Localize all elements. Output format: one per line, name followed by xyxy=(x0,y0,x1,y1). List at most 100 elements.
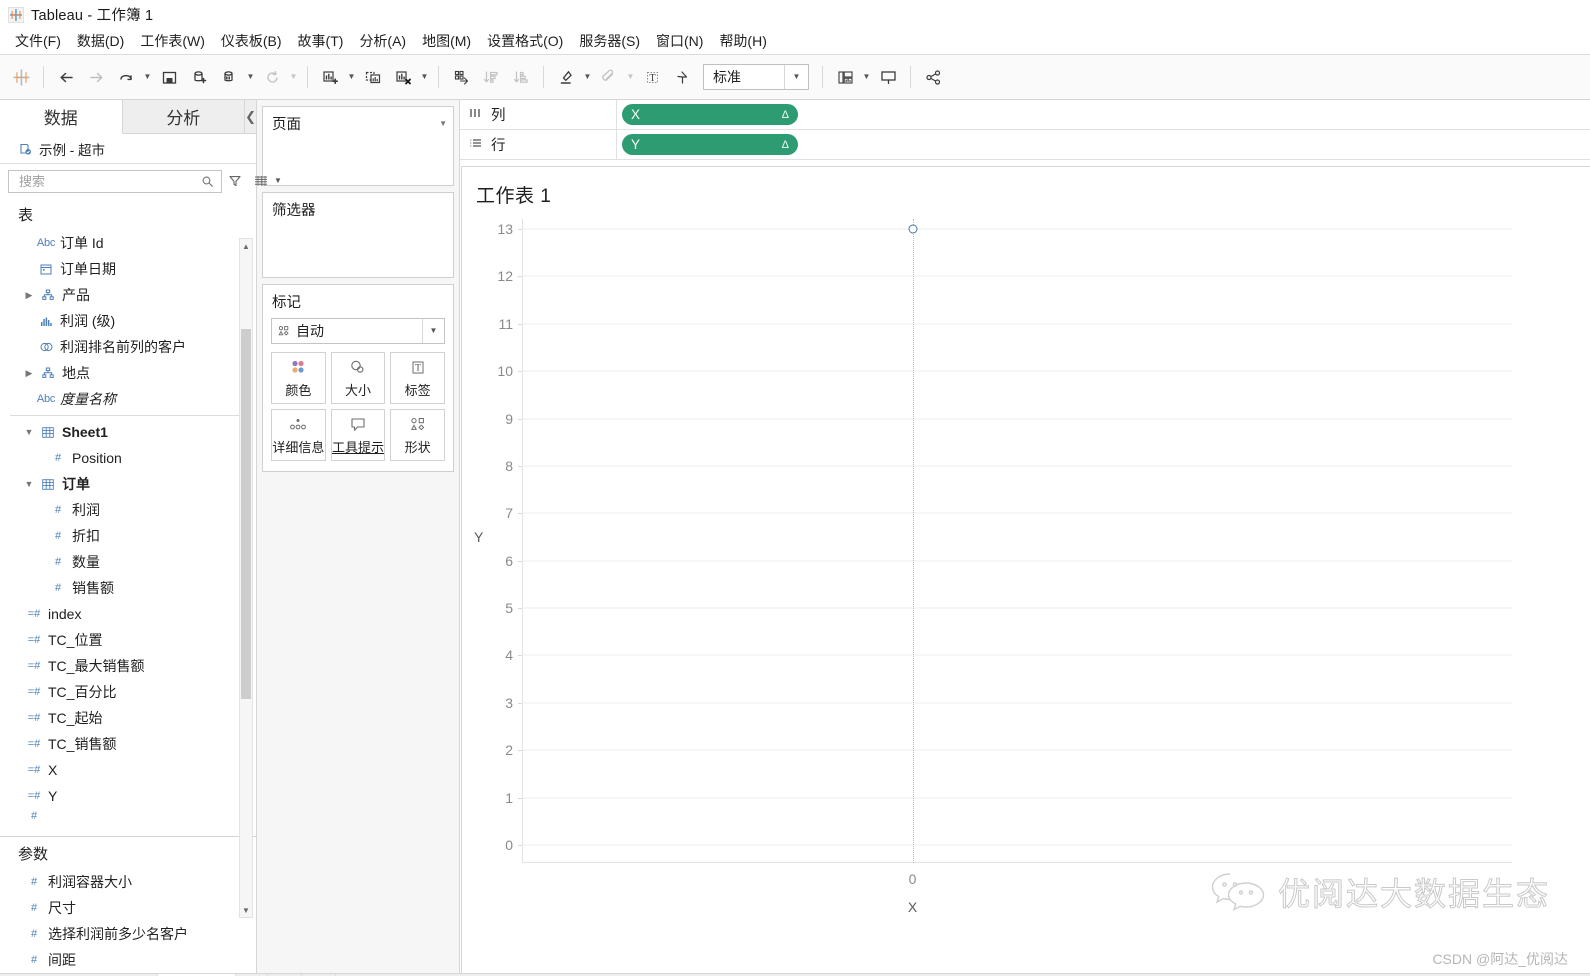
clear-sheet-icon[interactable] xyxy=(388,62,418,92)
field-group-orders[interactable]: ▼ 订单 xyxy=(0,471,256,497)
save-icon[interactable] xyxy=(154,62,184,92)
swap-rows-columns-icon[interactable] xyxy=(446,62,476,92)
undo-redo-caret-icon[interactable]: ▼ xyxy=(141,62,154,92)
menu-worksheet[interactable]: 工作表(W) xyxy=(132,29,213,54)
new-data-source-icon[interactable] xyxy=(184,62,214,92)
share-icon[interactable] xyxy=(918,62,948,92)
field-item-y[interactable]: =# Y xyxy=(0,783,256,809)
parameter-item[interactable]: # 间距 xyxy=(0,947,256,973)
left-pane-scrollbar[interactable]: ▲ ▼ xyxy=(239,238,253,918)
chevron-left-icon[interactable]: ❮ xyxy=(245,100,256,133)
tableau-home-icon[interactable] xyxy=(6,62,36,92)
menu-dashboard[interactable]: 仪表板(B) xyxy=(213,29,290,54)
scrollbar-thumb[interactable] xyxy=(241,329,251,699)
highlight-icon[interactable] xyxy=(551,62,581,92)
new-worksheet-icon[interactable] xyxy=(315,62,345,92)
columns-shelf-drop-area[interactable]: X Δ xyxy=(617,100,1590,129)
duplicate-sheet-icon[interactable] xyxy=(358,62,388,92)
field-item[interactable]: =# TC_百分比 xyxy=(0,679,256,705)
marks-size-button[interactable]: 大小 xyxy=(330,352,386,404)
field-item[interactable]: =# TC_最大销售额 xyxy=(0,653,256,679)
data-source-item[interactable]: 示例 - 超市 xyxy=(0,134,256,164)
columns-shelf[interactable]: 列 X Δ xyxy=(460,100,1590,130)
grid-view-icon[interactable] xyxy=(254,170,268,192)
chevron-right-icon[interactable]: ▶ xyxy=(22,368,36,379)
marks-detail-button[interactable]: 详细信息 xyxy=(271,409,326,461)
chevron-right-icon[interactable]: ▶ xyxy=(22,290,36,301)
chevron-up-icon[interactable]: ▲ xyxy=(240,239,252,253)
refresh-caret-icon[interactable]: ▼ xyxy=(287,62,300,92)
clear-sheet-caret-icon[interactable]: ▼ xyxy=(418,62,431,92)
parameter-item[interactable]: # 利润容器大小 xyxy=(0,869,256,895)
marks-color-button[interactable]: 颜色 xyxy=(271,352,326,404)
marks-type-dropdown[interactable]: 自动 ▼ xyxy=(271,318,445,344)
fix-axes-icon[interactable] xyxy=(667,62,697,92)
field-item[interactable]: # 利润 xyxy=(0,497,256,523)
field-item[interactable]: 利润 (级) xyxy=(0,308,256,334)
search-input[interactable] xyxy=(17,172,197,190)
field-item-x[interactable]: =# X xyxy=(0,757,256,783)
field-item[interactable]: =# TC_销售额 xyxy=(0,731,256,757)
refresh-icon[interactable] xyxy=(257,62,287,92)
menu-server[interactable]: 服务器(S) xyxy=(571,29,648,54)
parameter-item[interactable]: # 选择利润前多少名客户 xyxy=(0,921,256,947)
undo-redo-icon[interactable] xyxy=(111,62,141,92)
parameter-item[interactable]: # 尺寸 xyxy=(0,895,256,921)
menu-window[interactable]: 窗口(N) xyxy=(648,29,711,54)
forward-arrow-icon[interactable] xyxy=(81,62,111,92)
pause-refresh-caret-icon[interactable]: ▼ xyxy=(244,62,257,92)
field-item[interactable]: Abc 度量名称 xyxy=(0,386,256,412)
marks-tooltip-button[interactable]: 工具提示 xyxy=(330,409,386,461)
field-item[interactable]: =# index xyxy=(0,601,256,627)
data-point[interactable] xyxy=(908,224,917,234)
field-item[interactable]: 利润排名前列的客户 xyxy=(0,334,256,360)
menu-help[interactable]: 帮助(H) xyxy=(711,29,774,54)
group-caret-icon[interactable]: ▼ xyxy=(624,62,637,92)
scatter-chart[interactable]: Y 13 12 11 10 9 8 7 6 5 4 3 2 1 0 0 X xyxy=(462,219,1590,973)
group-members-icon[interactable] xyxy=(594,62,624,92)
show-me-icon[interactable] xyxy=(830,62,860,92)
pages-card[interactable]: 页面 ▼ xyxy=(262,106,454,186)
rows-shelf[interactable]: 行 Y Δ xyxy=(460,130,1590,160)
field-item[interactable]: Abc 订单 Id xyxy=(0,230,256,256)
sort-ascending-icon[interactable] xyxy=(476,62,506,92)
marks-label-button[interactable]: T 标签 xyxy=(390,352,445,404)
field-item[interactable]: # Position xyxy=(0,445,256,471)
filter-icon[interactable] xyxy=(228,170,242,192)
menu-story[interactable]: 故事(T) xyxy=(290,29,352,54)
pill-x[interactable]: X Δ xyxy=(622,104,798,125)
menu-data[interactable]: 数据(D) xyxy=(69,29,132,54)
chevron-down-icon[interactable]: ▼ xyxy=(439,119,447,128)
tab-data[interactable]: 数据 xyxy=(0,100,123,134)
highlight-caret-icon[interactable]: ▼ xyxy=(581,62,594,92)
chevron-down-icon[interactable]: ▼ xyxy=(422,319,444,343)
chevron-down-icon[interactable]: ▼ xyxy=(22,479,36,489)
fit-dropdown[interactable]: 标准 ▼ xyxy=(703,64,809,90)
show-mark-labels-icon[interactable]: T xyxy=(637,62,667,92)
marks-shape-button[interactable]: 形状 xyxy=(390,409,445,461)
chevron-down-icon[interactable]: ▼ xyxy=(274,170,282,192)
tab-analytics[interactable]: 分析 xyxy=(122,100,246,133)
menu-analysis[interactable]: 分析(A) xyxy=(351,29,414,54)
chevron-down-icon[interactable]: ▼ xyxy=(22,427,36,437)
back-arrow-icon[interactable] xyxy=(51,62,81,92)
menu-map[interactable]: 地图(M) xyxy=(414,29,479,54)
sort-descending-icon[interactable] xyxy=(506,62,536,92)
menu-file[interactable]: 文件(F) xyxy=(7,29,69,54)
field-item-hierarchy[interactable]: ▶ 产品 xyxy=(0,282,256,308)
pause-refresh-icon[interactable] xyxy=(214,62,244,92)
menu-format[interactable]: 设置格式(O) xyxy=(479,29,571,54)
field-item[interactable]: # 销售额 xyxy=(0,575,256,601)
field-item[interactable]: =# TC_起始 xyxy=(0,705,256,731)
plot-area[interactable]: Y 13 12 11 10 9 8 7 6 5 4 3 2 1 0 0 X xyxy=(474,219,1512,915)
worksheet-view[interactable]: 工作表 1 Y 13 12 11 10 9 8 7 6 5 4 3 2 1 0 0 X xyxy=(461,166,1590,973)
new-worksheet-caret-icon[interactable]: ▼ xyxy=(345,62,358,92)
chevron-down-icon[interactable]: ▼ xyxy=(240,903,252,917)
field-item[interactable]: # 数量 xyxy=(0,549,256,575)
field-item-partial[interactable]: # xyxy=(0,809,256,823)
field-group-sheet1[interactable]: ▼ Sheet1 xyxy=(0,419,256,445)
field-item[interactable]: # 折扣 xyxy=(0,523,256,549)
presentation-mode-icon[interactable] xyxy=(873,62,903,92)
pill-y[interactable]: Y Δ xyxy=(622,134,798,155)
search-input-wrapper[interactable] xyxy=(8,169,222,193)
